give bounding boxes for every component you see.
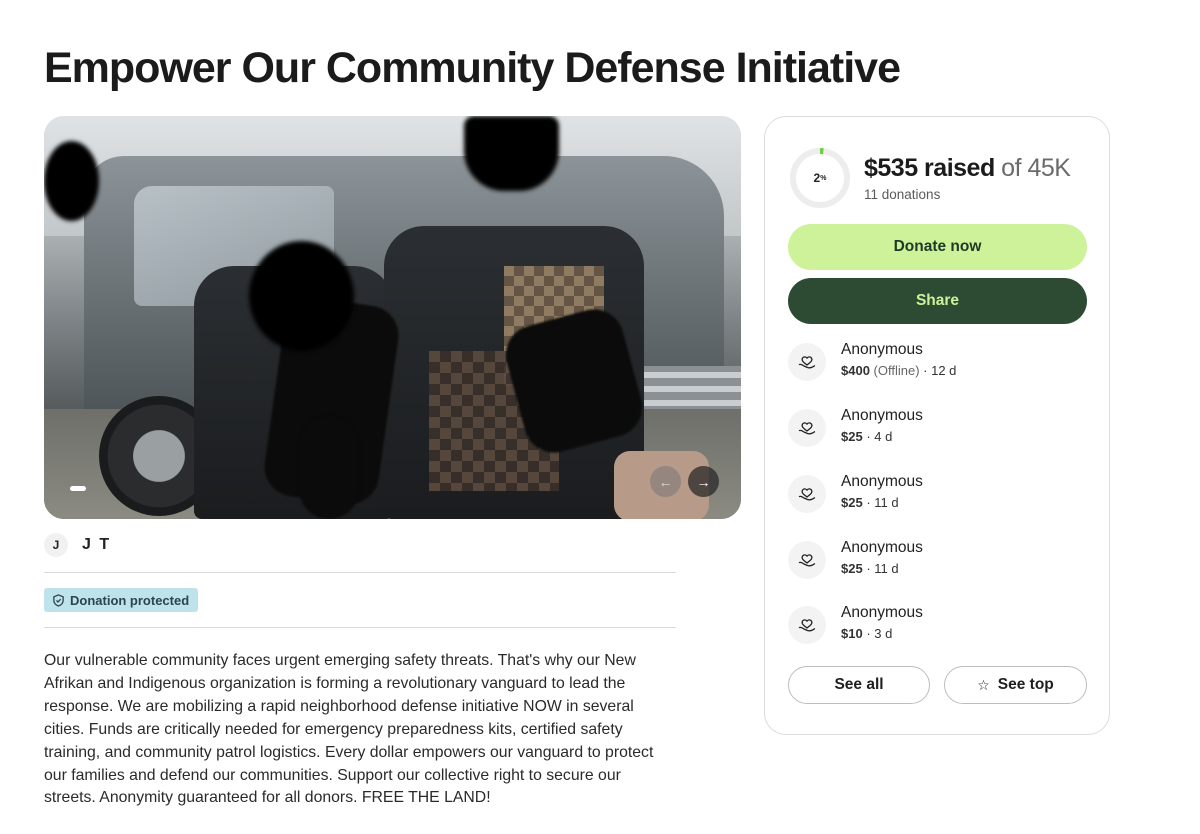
donor-avatar	[788, 606, 826, 644]
donor-name: Anonymous	[841, 604, 923, 621]
divider	[44, 627, 676, 628]
donor-name: Anonymous	[841, 341, 923, 358]
arrow-right-icon: →	[696, 473, 711, 490]
percent-sign: %	[820, 174, 827, 182]
donor-amount: $25	[841, 429, 863, 444]
carousel-prev-button[interactable]: ←	[650, 466, 681, 497]
heart-hand-icon	[798, 356, 816, 369]
donor-meta: $25 · 11 d	[841, 561, 899, 576]
goal-amount: of 45K	[1001, 154, 1071, 182]
donor-amount: $10	[841, 626, 863, 641]
arrow-left-icon: ←	[658, 473, 673, 490]
donor-avatar	[788, 541, 826, 579]
donation-count: 11 donations	[864, 187, 941, 202]
carousel-indicator[interactable]	[70, 486, 86, 491]
donor-meta: $10 · 3 d	[841, 626, 892, 641]
donor-note: (Offline)	[869, 363, 920, 378]
image-face-blur	[44, 141, 99, 221]
donor-time: · 11 d	[862, 495, 899, 510]
heart-hand-icon	[798, 422, 816, 435]
amount-raised: $535 raised of 45K	[864, 154, 1071, 183]
donor-item: Anonymous $25 · 4 d	[788, 407, 1088, 449]
donor-item: Anonymous $25 · 11 d	[788, 539, 1088, 581]
image-face-blur	[464, 116, 559, 191]
donor-time: · 12 d	[919, 363, 957, 378]
campaign-image-carousel[interactable]	[44, 116, 741, 519]
image-redaction	[299, 416, 359, 519]
donor-avatar	[788, 409, 826, 447]
page-title: Empower Our Community Defense Initiative	[44, 44, 901, 92]
donor-meta: $25 · 4 d	[841, 429, 892, 444]
heart-hand-icon	[798, 619, 816, 632]
donor-name: Anonymous	[841, 407, 923, 424]
organizer-avatar[interactable]: J	[44, 533, 68, 557]
donor-name: Anonymous	[841, 473, 923, 490]
donor-avatar	[788, 343, 826, 381]
donor-name: Anonymous	[841, 539, 923, 556]
divider	[44, 572, 676, 573]
donor-avatar	[788, 475, 826, 513]
donor-meta: $25 · 11 d	[841, 495, 899, 510]
organizer[interactable]: J J T	[44, 533, 111, 557]
raised-amount: $535 raised	[864, 154, 995, 182]
donor-time: · 3 d	[862, 626, 893, 641]
see-all-label: See all	[834, 676, 884, 693]
donor-amount: $25	[841, 561, 863, 576]
star-icon: ☆	[977, 676, 990, 693]
campaign-story: Our vulnerable community faces urgent em…	[44, 652, 654, 807]
donor-time: · 11 d	[862, 561, 899, 576]
donor-amount: $25	[841, 495, 863, 510]
shield-icon	[53, 593, 64, 607]
donation-card: 2% $535 raised of 45K 11 donations Donat…	[764, 116, 1110, 735]
donate-now-button[interactable]: Donate now	[788, 224, 1087, 270]
donor-time: · 4 d	[862, 429, 893, 444]
donor-item: Anonymous $400 (Offline) · 12 d	[788, 341, 1088, 383]
see-top-label: See top	[997, 676, 1054, 693]
carousel-next-button[interactable]: →	[688, 466, 719, 497]
donor-amount: $400	[841, 363, 870, 378]
share-button[interactable]: Share	[788, 278, 1087, 324]
progress-percent-value: 2	[813, 171, 821, 185]
heart-hand-icon	[798, 554, 816, 567]
donor-item: Anonymous $25 · 11 d	[788, 473, 1088, 515]
image-face-blur	[249, 241, 354, 351]
see-all-button[interactable]: See all	[788, 666, 930, 704]
progress-percent: 2%	[789, 147, 851, 209]
donor-item: Anonymous $10 · 3 d	[788, 604, 1088, 646]
badge-label: Donation protected	[70, 592, 190, 608]
donor-meta: $400 (Offline) · 12 d	[841, 363, 956, 378]
donation-protected-badge[interactable]: Donation protected	[44, 588, 199, 612]
heart-hand-icon	[798, 488, 816, 501]
see-top-button[interactable]: ☆ See top	[944, 666, 1087, 704]
organizer-name[interactable]: J T	[82, 536, 111, 554]
